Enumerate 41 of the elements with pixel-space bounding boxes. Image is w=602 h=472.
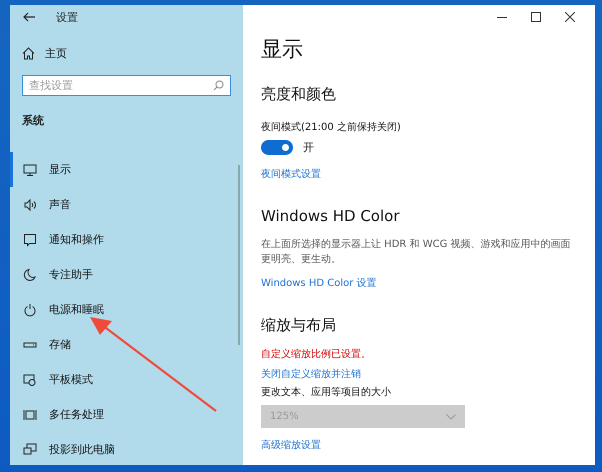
message-icon [23, 232, 37, 246]
scrollbar[interactable] [238, 165, 240, 345]
close-icon [565, 12, 575, 22]
page-title: 显示 [261, 36, 303, 63]
maximize-icon [531, 12, 541, 22]
nav-item[interactable]: 显示 [10, 152, 210, 187]
warning-text: 自定义缩放比例已设置。 [261, 348, 371, 361]
section-heading: 亮度和颜色 [261, 85, 336, 104]
chevron-icon [446, 414, 456, 420]
window-title: 设置 [56, 10, 78, 24]
nav-item[interactable]: 声音 [10, 187, 210, 222]
tablet-icon [23, 372, 37, 386]
nav-item[interactable]: 多任务处理 [10, 397, 210, 432]
description-text: 在上面所选择的显示器上让 HDR 和 WCG 视频、游戏和应用中的画面更明亮、更生动。 [261, 238, 572, 267]
link[interactable]: 高级缩放设置 [261, 438, 321, 452]
moon-icon [23, 268, 37, 282]
home-nav-item[interactable]: 主页 [22, 46, 67, 61]
setting-label: 更改文本、应用等项目的大小 [261, 386, 391, 399]
nav-item[interactable]: 电源和睡眠 [10, 292, 210, 327]
section-heading: Windows HD Color [261, 207, 400, 225]
power-icon [23, 302, 37, 316]
section-label: 系统 [22, 113, 44, 128]
nav-item[interactable]: 通知和操作 [10, 222, 210, 257]
nav-item[interactable]: 投影到此电脑 [10, 432, 210, 465]
speaker-icon [23, 198, 37, 212]
projector-icon [23, 442, 37, 456]
home-icon [22, 47, 35, 60]
search-icon [213, 80, 224, 91]
link[interactable]: 关闭自定义缩放并注销 [261, 367, 361, 381]
display-icon [23, 162, 37, 176]
section-heading: 缩放与布局 [261, 316, 336, 335]
link[interactable]: 夜间模式设置 [261, 167, 321, 181]
search-field[interactable]: 查找设置 [22, 75, 231, 96]
multitask-icon [23, 408, 37, 422]
link[interactable]: Windows HD Color 设置 [261, 276, 377, 290]
toggle-switch[interactable] [261, 140, 293, 155]
setting-label: 夜间模式(21:00 之前保持关闭) [261, 120, 401, 134]
nav-item[interactable]: 专注助手 [10, 257, 210, 292]
toggle-label: 开 [303, 140, 314, 155]
nav-item[interactable]: 存储 [10, 327, 210, 362]
nav-item[interactable]: 平板模式 [10, 362, 210, 397]
